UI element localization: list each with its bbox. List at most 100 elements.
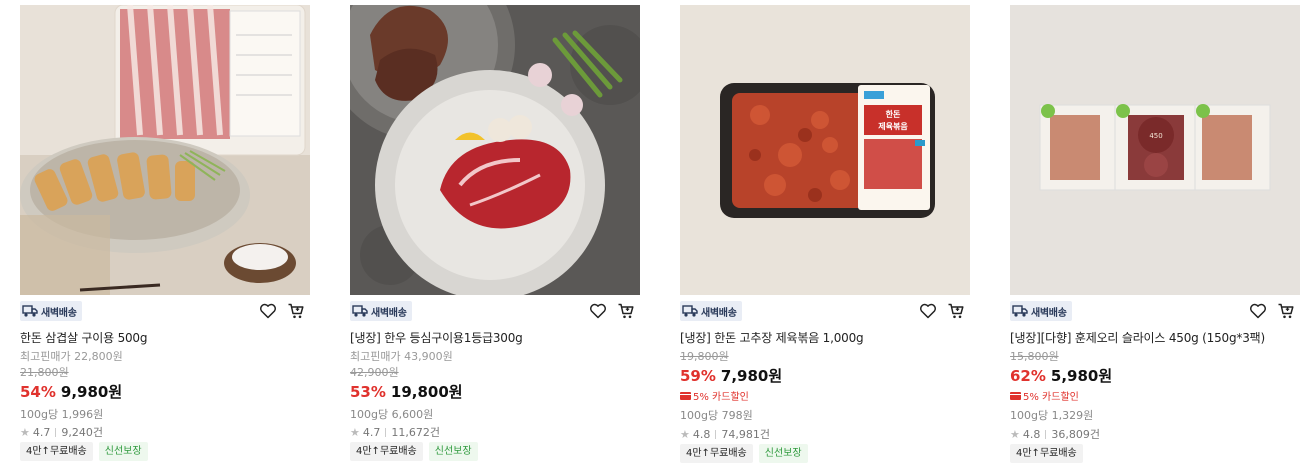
cart-icon[interactable] <box>1276 301 1296 321</box>
card-discount-label: 5% 카드할인 <box>1023 392 1079 403</box>
credit-card-icon <box>680 391 691 400</box>
delivery-truck-icon <box>682 303 698 319</box>
price-row: 62% 5,980원 <box>1010 365 1112 386</box>
rating-divider <box>385 427 387 437</box>
product-card[interactable]: 새벽배송 한돈 삼겹살 구이용 500g 최고핀매가 22,800원 21,80… <box>20 5 310 471</box>
delivery-badge: 새벽배송 <box>20 301 82 321</box>
tag-list: 4만↑무료배송 신선보장 <box>20 442 148 461</box>
tag-list: 4만↑무료배송 신선보장 <box>350 442 478 461</box>
star-icon: ★ <box>680 427 690 441</box>
svg-text:450: 450 <box>1149 132 1162 140</box>
fresh-guarantee-tag: 신선보장 <box>98 442 148 461</box>
discount-rate: 59% <box>680 367 716 385</box>
original-price: 19,800원 <box>680 350 729 363</box>
original-price: 42,900원 <box>350 366 399 379</box>
cart-icon[interactable] <box>946 301 966 321</box>
card-meta-row: 새벽배송 <box>680 301 970 321</box>
heart-icon[interactable] <box>258 301 278 321</box>
price-row: 54% 9,980원 <box>20 381 122 402</box>
price-row: 59% 7,980원 <box>680 365 782 386</box>
card-discount-row: 5% 카드할인 <box>680 388 749 403</box>
svg-text:한돈: 한돈 <box>886 109 901 119</box>
product-name[interactable]: [냉장] 한돈 고추장 제육볶음 1,000g <box>680 329 970 346</box>
product-name[interactable]: [냉장][다향] 훈제오리 슬라이스 450g (150g*3팩) <box>1010 329 1300 346</box>
discount-rate: 53% <box>350 383 386 401</box>
original-price: 15,800원 <box>1010 350 1059 363</box>
heart-icon[interactable] <box>918 301 938 321</box>
product-image[interactable] <box>20 5 310 295</box>
product-image[interactable] <box>350 5 640 295</box>
svg-text:제육볶음: 제육볶음 <box>878 121 908 131</box>
review-count: 11,672건 <box>391 426 440 439</box>
credit-card-icon <box>1010 391 1021 400</box>
cart-icon[interactable] <box>286 301 306 321</box>
rating-divider <box>1045 429 1047 439</box>
delivery-badge: 새벽배송 <box>350 301 412 321</box>
tag-list: 4만↑무료배송 신선보장 <box>680 444 808 463</box>
smoked-duck-image: 450 <box>1010 5 1300 295</box>
free-shipping-tag: 4만↑무료배송 <box>680 444 753 463</box>
free-shipping-tag: 4만↑무료배송 <box>350 442 423 461</box>
product-card[interactable]: 450 새벽배송 [냉장][다향] 훈제오리 슬라이스 450g (150g*3… <box>1010 5 1300 471</box>
delivery-truck-icon <box>352 303 368 319</box>
product-grid: 새벽배송 한돈 삼겹살 구이용 500g 최고핀매가 22,800원 21,80… <box>20 5 1300 471</box>
heart-icon[interactable] <box>1248 301 1268 321</box>
delivery-truck-icon <box>22 303 38 319</box>
original-price: 21,800원 <box>20 366 69 379</box>
product-name[interactable]: [냉장] 한우 등심구이용1등급300g <box>350 329 640 346</box>
sale-price: 9,980원 <box>60 383 123 401</box>
fresh-guarantee-tag: 신선보장 <box>428 442 478 461</box>
fresh-guarantee-tag: 신선보장 <box>758 444 808 463</box>
rating-row: ★ 4.7 11,672건 <box>350 424 440 440</box>
price-row: 53% 19,800원 <box>350 381 463 402</box>
review-count: 74,981건 <box>721 428 770 441</box>
card-meta-row: 새벽배송 <box>1010 301 1300 321</box>
rating-divider <box>715 429 717 439</box>
discount-rate: 62% <box>1010 367 1046 385</box>
card-discount-label: 5% 카드할인 <box>693 392 749 403</box>
sale-price: 7,980원 <box>720 367 783 385</box>
discount-rate: 54% <box>20 383 56 401</box>
free-shipping-tag: 4만↑무료배송 <box>20 442 93 461</box>
sale-price: 19,800원 <box>390 383 463 401</box>
tag-list: 4만↑무료배송 <box>1010 444 1083 463</box>
product-name[interactable]: 한돈 삼겹살 구이용 500g <box>20 329 310 346</box>
unit-price: 100g당 6,600원 <box>350 408 434 421</box>
delivery-badge: 새벽배송 <box>680 301 742 321</box>
spicy-pork-image: 한돈 제육볶음 <box>680 5 970 295</box>
product-card[interactable]: 새벽배송 [냉장] 한우 등심구이용1등급300g 최고핀매가 43,900원 … <box>350 5 640 471</box>
unit-price: 100g당 1,996원 <box>20 408 104 421</box>
card-meta-row: 새벽배송 <box>20 301 310 321</box>
delivery-truck-icon <box>1012 303 1028 319</box>
delivery-badge: 새벽배송 <box>1010 301 1072 321</box>
rating-value: 4.8 <box>1022 427 1041 441</box>
star-icon: ★ <box>1010 427 1020 441</box>
star-icon: ★ <box>20 425 30 439</box>
rating-row: ★ 4.8 74,981건 <box>680 426 770 442</box>
delivery-badge-label: 새벽배송 <box>701 307 737 319</box>
product-image[interactable]: 한돈 제육볶음 <box>680 5 970 295</box>
lowest-price: 최고핀매가 22,800원 <box>20 350 123 363</box>
unit-price: 100g당 798원 <box>680 409 753 422</box>
card-meta-row: 새벽배송 <box>350 301 640 321</box>
delivery-badge-label: 새벽배송 <box>371 307 407 319</box>
delivery-badge-label: 새벽배송 <box>41 307 77 319</box>
pork-belly-image <box>20 5 310 295</box>
product-card[interactable]: 한돈 제육볶음 새벽배송 [냉장] 한돈 고추장 제육볶음 1,000g 19,… <box>680 5 970 471</box>
review-count: 9,240건 <box>61 426 103 439</box>
beef-sirloin-image <box>350 5 640 295</box>
rating-row: ★ 4.7 9,240건 <box>20 424 103 440</box>
rating-row: ★ 4.8 36,809건 <box>1010 426 1100 442</box>
unit-price: 100g당 1,329원 <box>1010 409 1094 422</box>
heart-icon[interactable] <box>588 301 608 321</box>
sale-price: 5,980원 <box>1050 367 1113 385</box>
cart-icon[interactable] <box>616 301 636 321</box>
rating-value: 4.7 <box>362 425 381 439</box>
delivery-badge-label: 새벽배송 <box>1031 307 1067 319</box>
rating-value: 4.7 <box>32 425 51 439</box>
card-discount-row: 5% 카드할인 <box>1010 388 1079 403</box>
rating-value: 4.8 <box>692 427 711 441</box>
rating-divider <box>55 427 57 437</box>
free-shipping-tag: 4만↑무료배송 <box>1010 444 1083 463</box>
product-image[interactable]: 450 <box>1010 5 1300 295</box>
